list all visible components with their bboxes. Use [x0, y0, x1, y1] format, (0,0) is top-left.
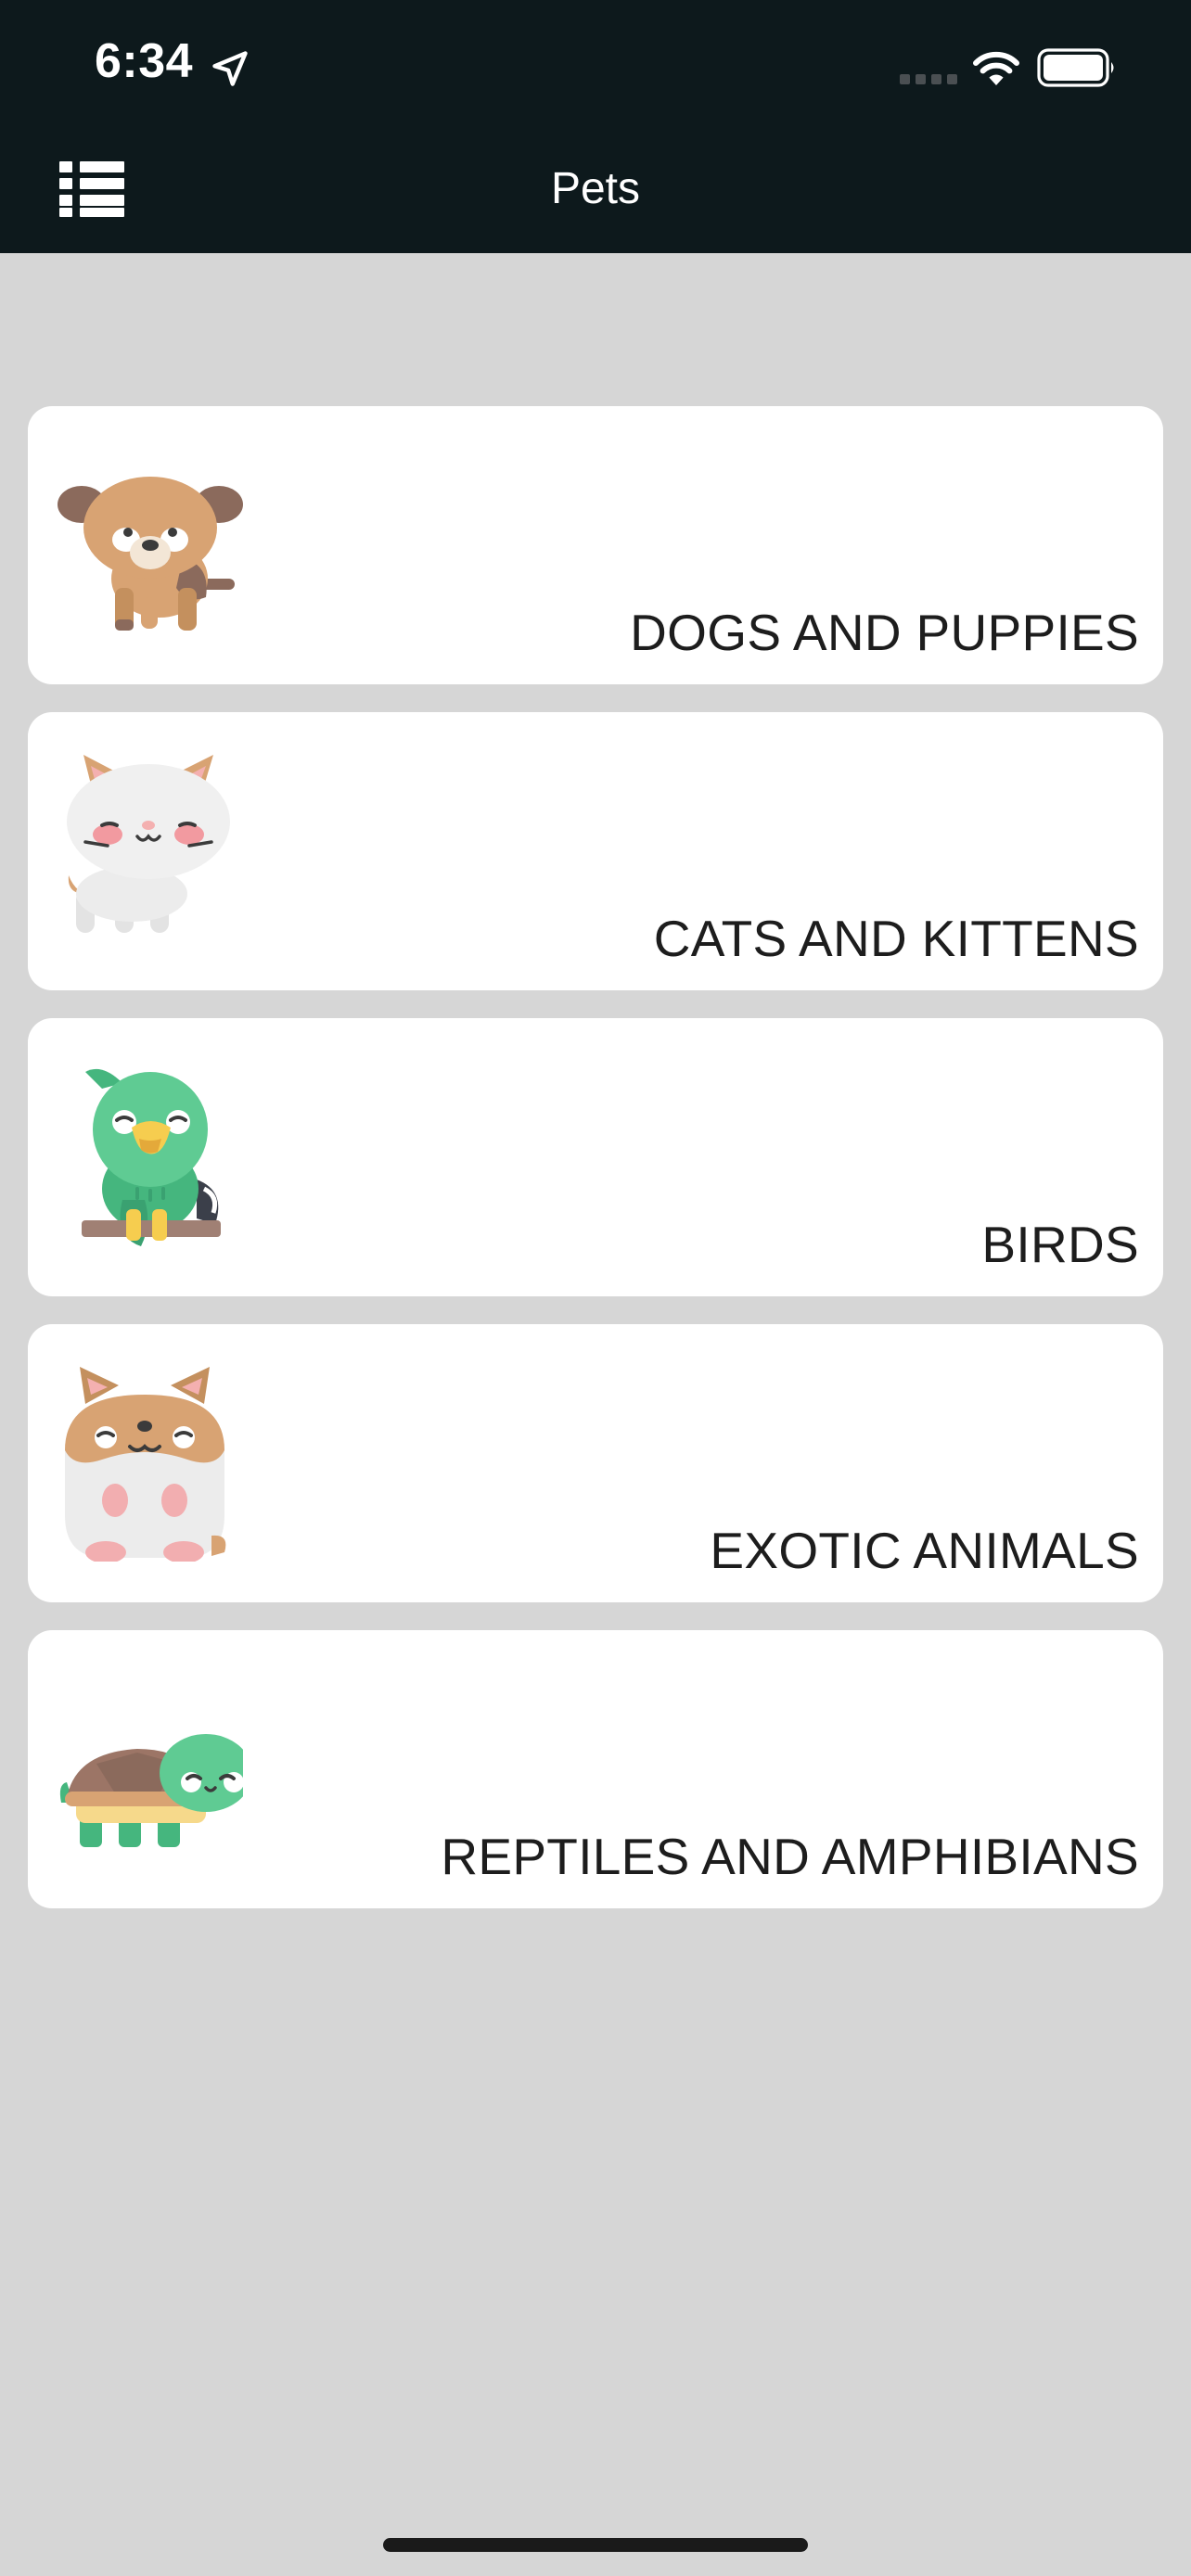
- category-card-exotic[interactable]: EXOTIC ANIMALS: [28, 1324, 1163, 1602]
- dog-icon: [58, 477, 243, 631]
- hamster-icon: [65, 1367, 226, 1562]
- page-title: Pets: [550, 164, 641, 213]
- battery-icon: [1037, 48, 1114, 87]
- cat-icon: [67, 755, 230, 933]
- category-card-cats[interactable]: CATS AND KITTENS: [28, 712, 1163, 990]
- category-card-reptiles[interactable]: REPTILES AND AMPHIBIANS: [28, 1630, 1163, 1908]
- wifi-icon: [973, 52, 1019, 85]
- turtle-icon: [59, 1734, 243, 1847]
- cellular-signal-icon: [900, 74, 957, 84]
- location-arrow-icon: [212, 51, 248, 86]
- category-card-dogs[interactable]: DOGS AND PUPPIES: [28, 406, 1163, 684]
- parrot-icon: [82, 1068, 221, 1246]
- category-label: BIRDS: [981, 1216, 1139, 1273]
- category-label: EXOTIC ANIMALS: [710, 1522, 1139, 1579]
- category-label: CATS AND KITTENS: [653, 910, 1139, 967]
- status-time: 6:34: [95, 34, 194, 88]
- category-label: DOGS AND PUPPIES: [630, 604, 1139, 661]
- category-card-birds[interactable]: BIRDS: [28, 1018, 1163, 1296]
- category-label: REPTILES AND AMPHIBIANS: [441, 1828, 1139, 1885]
- home-indicator[interactable]: [383, 2538, 808, 2552]
- app-header: 6:34 Pets: [0, 0, 1191, 253]
